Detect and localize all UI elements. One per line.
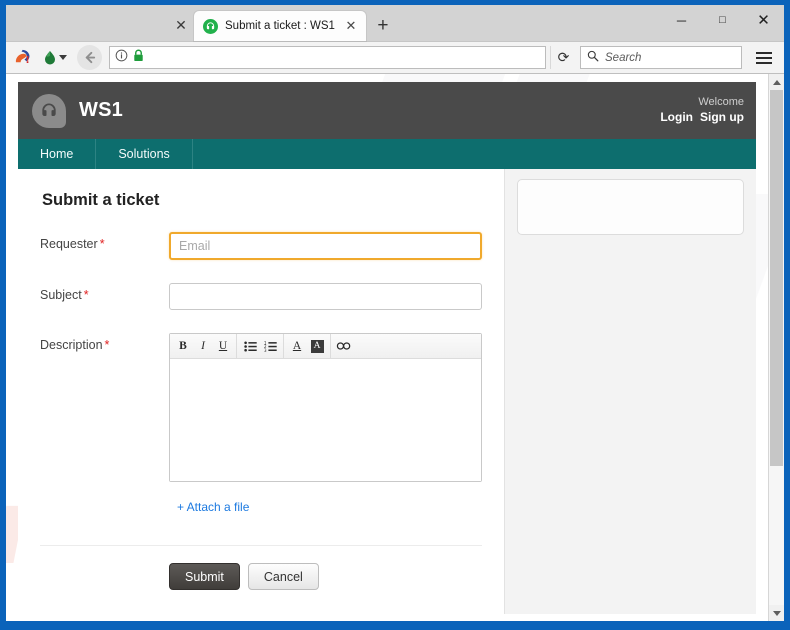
required-marker: * [99, 237, 105, 251]
page-title: Submit a ticket [42, 191, 160, 209]
window-inner: ✕ Submit a ticket : WS1 ✕ + ─ □ ✕ ! ⟳ Se… [6, 5, 784, 621]
window-controls: ─ □ ✕ [661, 5, 784, 35]
page-content: Submit a ticket Requester* Subject* [18, 169, 756, 614]
underline-icon[interactable]: U [213, 336, 233, 356]
web-page: risk.com WS1 Welcome Login Sign up [6, 74, 768, 621]
subject-label: Subject * [40, 283, 169, 302]
tab-strip: ✕ Submit a ticket : WS1 ✕ + [6, 5, 398, 41]
highlight-swatch: A [310, 339, 324, 353]
field-row-requester: Requester * [40, 232, 482, 260]
field-row-subject: Subject * [40, 283, 482, 310]
auth-links: Login Sign up [660, 110, 744, 125]
header-account-area: Welcome Login Sign up [660, 96, 744, 126]
numbered-list-icon[interactable]: 1 2 3 [260, 336, 280, 356]
login-link[interactable]: Login [660, 110, 693, 125]
reload-icon[interactable]: ⟳ [550, 46, 576, 69]
headset-favicon [203, 18, 218, 34]
requester-input[interactable] [169, 232, 482, 260]
maximize-button[interactable]: □ [702, 5, 743, 35]
chevron-up-icon [772, 79, 781, 85]
brand-title: WS1 [79, 99, 123, 121]
back-button[interactable] [77, 45, 102, 70]
svg-text:3: 3 [264, 347, 267, 351]
submit-button[interactable]: Submit [169, 563, 240, 590]
svg-text:!: ! [25, 55, 29, 66]
titlebar: ✕ Submit a ticket : WS1 ✕ + ─ □ ✕ [6, 5, 784, 41]
editor-group-link [331, 334, 357, 358]
description-label: Description * [40, 333, 169, 352]
nav-item-solutions[interactable]: Solutions [96, 139, 193, 169]
description-textarea[interactable] [170, 359, 481, 481]
browser-toolbar: ! ⟳ Search [6, 41, 784, 74]
editor-toolbar: B I U 1 2 3 A A [170, 334, 481, 359]
scroll-up-button[interactable] [769, 74, 784, 90]
new-tab-button[interactable]: + [368, 11, 398, 41]
sidebar-panel [505, 169, 756, 614]
attach-file-link[interactable]: + Attach a file [177, 500, 249, 514]
form-actions: Submit Cancel [40, 563, 482, 590]
welcome-text: Welcome [698, 95, 744, 108]
subject-control [169, 283, 482, 310]
droplet-menu-button[interactable] [43, 50, 67, 66]
close-icon[interactable]: ✕ [342, 17, 360, 35]
browser-tab-active[interactable]: Submit a ticket : WS1 ✕ [194, 11, 366, 41]
browser-window: ✕ Submit a ticket : WS1 ✕ + ─ □ ✕ ! ⟳ Se… [0, 0, 790, 630]
squirrel-logo-icon[interactable]: ! [14, 48, 33, 67]
loose-tab-close-icon[interactable]: ✕ [168, 10, 194, 40]
chevron-down-icon [772, 610, 781, 616]
close-button[interactable]: ✕ [743, 5, 784, 35]
required-marker: * [83, 288, 89, 302]
editor-group-lists: 1 2 3 [237, 334, 284, 358]
page-scrollbar[interactable] [768, 74, 784, 621]
editor-group-color: A A [284, 334, 331, 358]
headset-icon [32, 93, 66, 128]
search-icon [587, 49, 599, 67]
scrollbar-track[interactable] [769, 90, 784, 605]
nav-item-home[interactable]: Home [18, 139, 97, 169]
search-bar[interactable]: Search [580, 46, 742, 69]
sidebar-box [517, 179, 744, 235]
description-control: B I U 1 2 3 A A + Attach a file [169, 333, 482, 516]
search-input[interactable]: Search [605, 52, 641, 64]
scrollbar-thumb[interactable] [770, 90, 783, 466]
field-row-description: Description * B I U 1 2 3 A A + Attach a… [40, 333, 482, 516]
minimize-button[interactable]: ─ [661, 5, 702, 35]
subject-input[interactable] [169, 283, 482, 310]
url-bar[interactable] [109, 46, 546, 69]
lock-icon[interactable] [133, 49, 144, 67]
required-marker: * [104, 338, 110, 352]
requester-label-text: Requester [40, 237, 98, 251]
form-divider [40, 545, 482, 546]
tab-title: Submit a ticket : WS1 [225, 20, 335, 32]
info-circle-icon[interactable] [115, 49, 128, 67]
scroll-down-button[interactable] [769, 605, 784, 621]
rich-text-editor: B I U 1 2 3 A A [169, 333, 482, 482]
bold-icon[interactable]: B [173, 336, 193, 356]
site-header: WS1 Welcome Login Sign up [18, 82, 756, 139]
signup-link[interactable]: Sign up [700, 110, 744, 125]
chevron-down-icon [59, 55, 67, 60]
insert-link-icon[interactable] [334, 336, 354, 356]
highlight-color-icon[interactable]: A [307, 336, 327, 356]
editor-group-format: B I U [170, 334, 237, 358]
text-color-icon[interactable]: A [287, 336, 307, 356]
subject-label-text: Subject [40, 288, 82, 302]
cancel-button[interactable]: Cancel [247, 563, 319, 590]
bullet-list-icon[interactable] [240, 336, 260, 356]
requester-label: Requester * [40, 232, 169, 251]
site-nav: Home Solutions [18, 139, 756, 169]
description-label-text: Description [40, 338, 103, 352]
requester-control [169, 232, 482, 260]
page-viewport: risk.com WS1 Welcome Login Sign up [6, 74, 784, 621]
italic-icon[interactable]: I [193, 336, 213, 356]
ticket-form-panel: Submit a ticket Requester* Subject* [18, 169, 505, 614]
hamburger-menu-icon[interactable] [750, 45, 778, 71]
